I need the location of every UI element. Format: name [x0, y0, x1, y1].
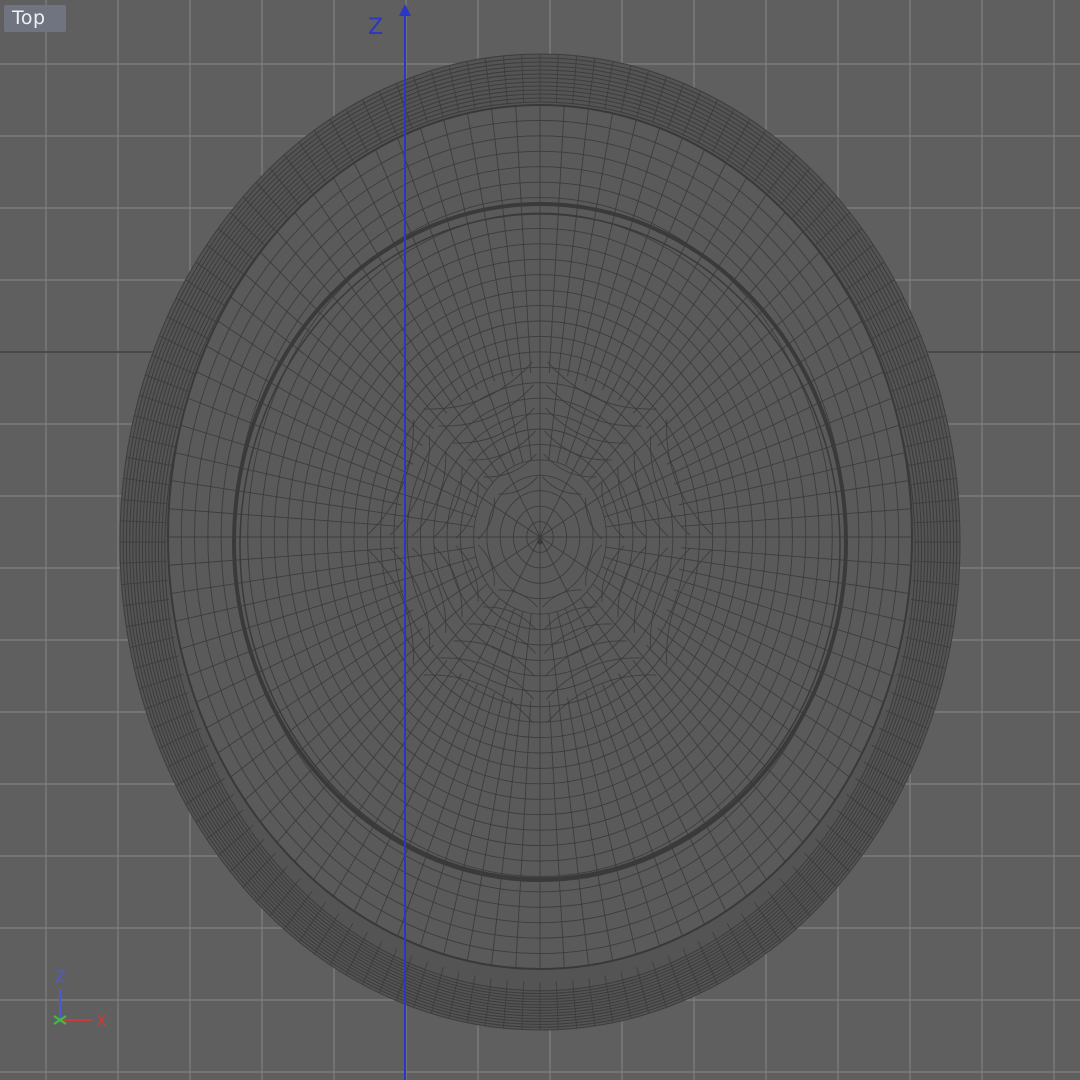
wireframe-mesh[interactable]: [119, 53, 961, 1031]
world-z-axis-label: Z: [368, 15, 383, 40]
viewport-scene[interactable]: Z: [0, 0, 1080, 1080]
top-viewport[interactable]: Z Top Z Y X: [0, 0, 1080, 1080]
gizmo-x-label: X: [96, 1011, 107, 1030]
orientation-gizmo: Z Y X: [53, 967, 107, 1030]
world-z-axis-arrow-icon: [399, 4, 411, 16]
gizmo-z-label: Z: [55, 967, 66, 986]
pole-vertex: [537, 539, 543, 545]
view-name-label[interactable]: Top: [4, 5, 66, 32]
